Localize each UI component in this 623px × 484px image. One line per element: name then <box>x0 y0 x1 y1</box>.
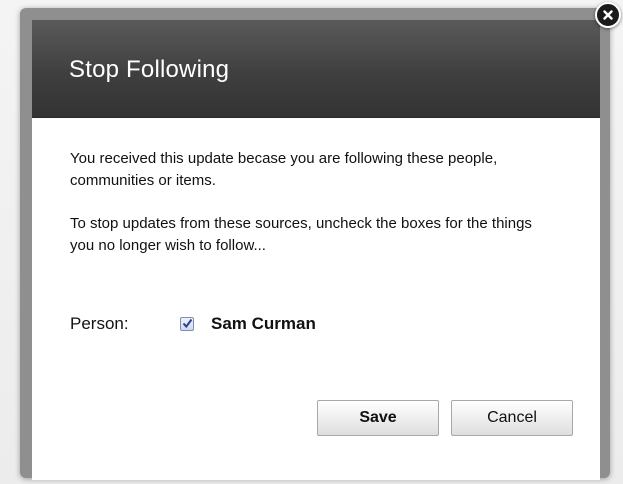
screen: Stop Following You received this update … <box>0 0 623 484</box>
dialog-title: Stop Following <box>69 56 230 83</box>
save-button[interactable]: Save <box>317 400 439 436</box>
follow-type-label: Person: <box>70 314 129 333</box>
close-button[interactable] <box>595 2 621 28</box>
follow-checkbox[interactable] <box>180 317 194 331</box>
dialog-body: You received this update becase you are … <box>70 148 550 278</box>
dialog-buttons: Save Cancel <box>317 400 573 436</box>
follow-item-row: Person: Sam Curman <box>70 313 316 335</box>
checkmark-icon <box>182 318 193 329</box>
cancel-button[interactable]: Cancel <box>451 400 573 436</box>
dialog-header: Stop Following <box>32 20 600 118</box>
close-icon <box>603 10 613 20</box>
followed-person-name: Sam Curman <box>211 314 316 333</box>
info-paragraph: You received this update becase you are … <box>70 150 498 189</box>
stop-following-dialog: Stop Following You received this update … <box>32 20 600 480</box>
instruction-paragraph: To stop updates from these sources, unch… <box>70 215 532 254</box>
